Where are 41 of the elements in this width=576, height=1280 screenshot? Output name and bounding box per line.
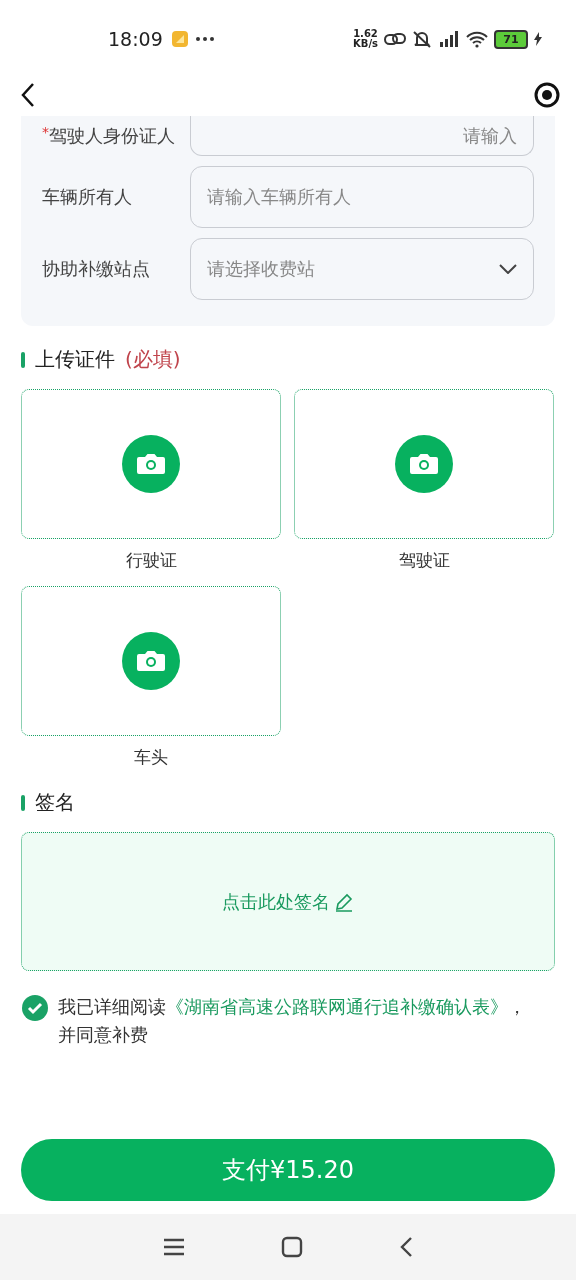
field-placeholder: 请选择收费站 — [207, 257, 315, 281]
signal-icon — [438, 30, 460, 48]
section-title: 上传证件 — [35, 346, 115, 373]
required-note: (必填) — [125, 346, 181, 373]
notification-icon — [170, 30, 189, 48]
home-icon[interactable] — [281, 1236, 303, 1258]
agreement-link[interactable]: 《湖南省高速公路联网通行追补缴确认表》 — [166, 996, 508, 1017]
camera-icon — [395, 435, 453, 493]
link-icon — [384, 32, 406, 46]
field-label: 驾驶人身份证人 — [49, 124, 175, 148]
charging-icon — [534, 32, 542, 46]
pencil-icon — [334, 891, 354, 912]
target-icon[interactable] — [534, 82, 560, 108]
camera-icon — [122, 632, 180, 690]
required-mark: * — [42, 124, 49, 140]
wifi-icon — [466, 30, 488, 48]
signature-prompt: 点击此处签名 — [222, 889, 330, 914]
back-icon[interactable] — [20, 82, 36, 108]
input-field[interactable]: 请输入车辆所有人 — [190, 166, 534, 228]
checkbox[interactable] — [22, 995, 48, 1021]
clock: 18:09 — [108, 28, 163, 50]
section-title: 签名 — [35, 789, 75, 816]
upload-caption: 行驶证 — [125, 549, 177, 572]
upload-caption: 驾驶证 — [398, 549, 450, 572]
select-field[interactable]: 请选择收费站 — [190, 238, 534, 300]
input-field[interactable]: 请输入 — [190, 116, 534, 156]
speed-unit: KB/s — [353, 39, 378, 49]
battery-level: 71 — [494, 29, 528, 49]
menu-icon[interactable] — [163, 1237, 185, 1257]
mute-icon — [412, 30, 432, 48]
chevron-down-icon — [499, 264, 517, 274]
field-label: 协助补缴站点 — [42, 257, 150, 281]
camera-icon — [122, 435, 180, 493]
upload-caption: 车头 — [134, 746, 168, 769]
more-icon — [194, 36, 215, 42]
pay-button[interactable]: 支付¥15.20 — [21, 1139, 555, 1201]
agreement-text: 我已详细阅读《湖南省高速公路联网通行追补缴确认表》，并同意补费 — [58, 995, 527, 1047]
network-speed: 1.62 — [353, 29, 378, 39]
signature-pad[interactable]: 点击此处签名 — [21, 832, 555, 971]
back-icon[interactable] — [399, 1236, 413, 1258]
field-label: 车辆所有人 — [42, 185, 132, 209]
